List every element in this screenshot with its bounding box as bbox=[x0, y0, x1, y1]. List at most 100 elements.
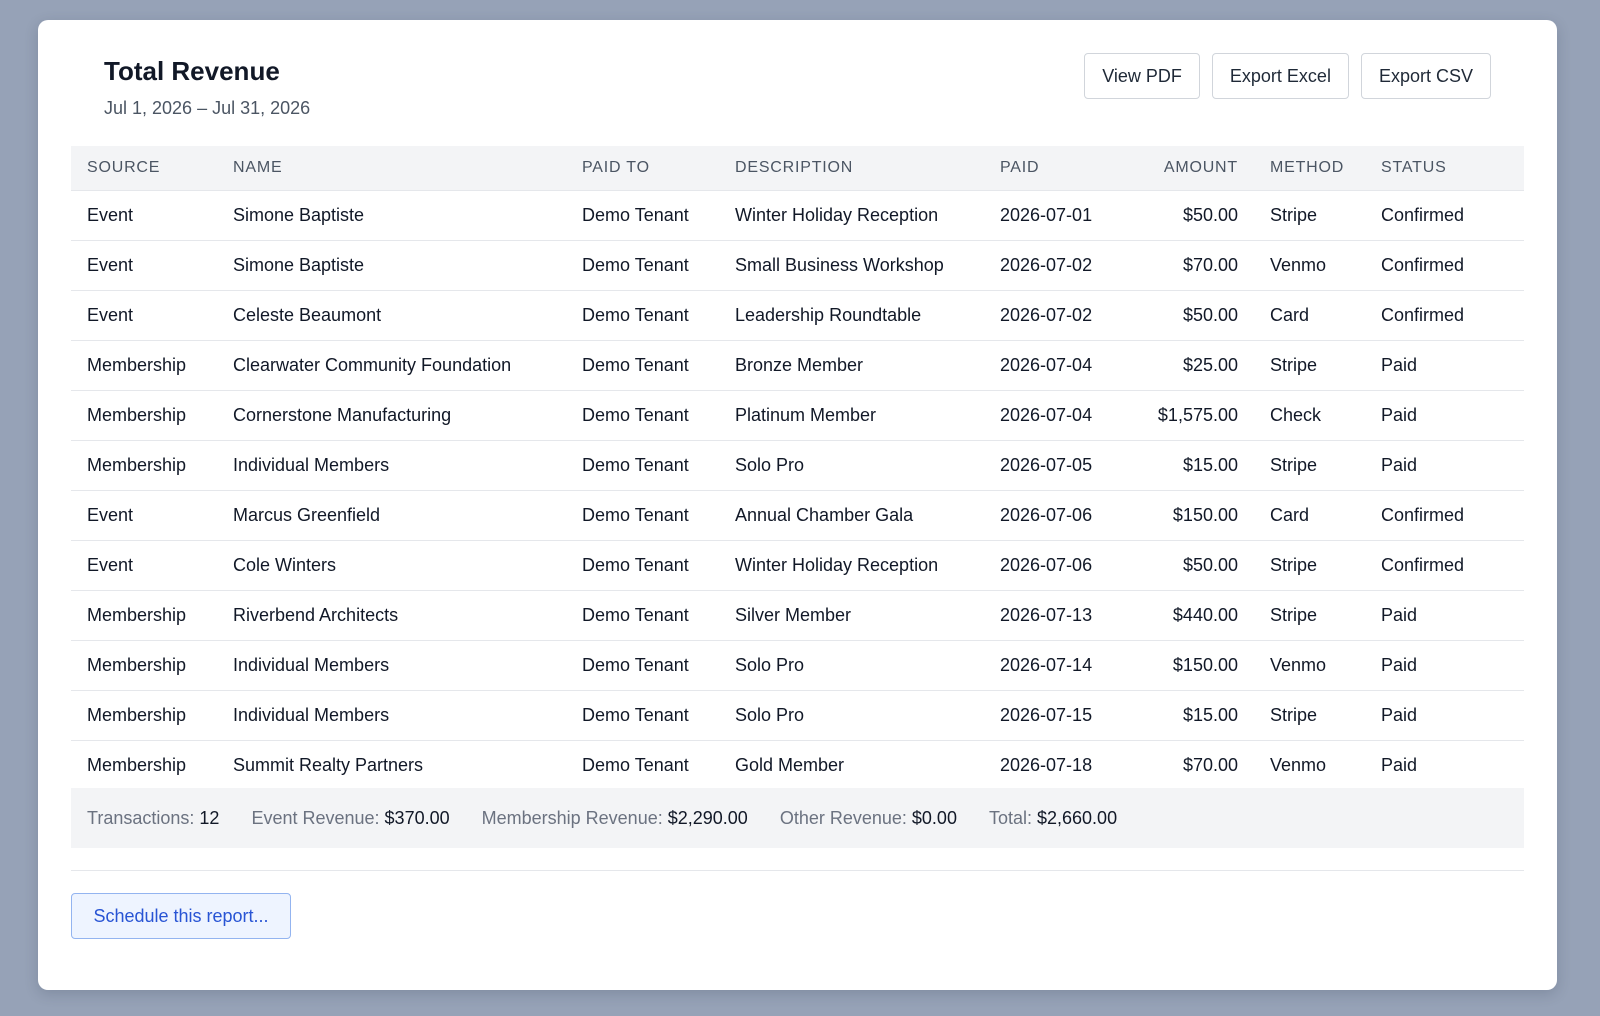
cell-status: Paid bbox=[1365, 640, 1524, 691]
cell-paid: 2026-07-06 bbox=[984, 490, 1117, 541]
cell-status: Confirmed bbox=[1365, 240, 1524, 291]
table-row: Event Cole Winters Demo Tenant Winter Holid… bbox=[71, 540, 1524, 591]
cell-source: Membership bbox=[71, 740, 217, 791]
cell-description: Winter Holiday Reception bbox=[719, 190, 984, 241]
summary-other-label: Other Revenue: bbox=[779, 807, 907, 828]
table-row: Event Simone Baptiste Demo Tenant Winter Ho… bbox=[71, 190, 1524, 241]
cell-amount: $50.00 bbox=[1117, 540, 1254, 591]
column-header-status[interactable]: STATUS bbox=[1365, 146, 1524, 191]
summary-membership-revenue: Membership Revenue: $2,290.00 bbox=[482, 808, 748, 829]
cell-paid-to: Demo Tenant bbox=[566, 540, 719, 591]
cell-amount: $70.00 bbox=[1117, 740, 1254, 791]
cell-status: Confirmed bbox=[1365, 540, 1524, 591]
summary-membership-label: Membership Revenue: bbox=[481, 807, 663, 828]
cell-method: Card bbox=[1254, 490, 1365, 541]
export-excel-button[interactable]: Export Excel bbox=[1211, 53, 1349, 99]
cell-amount: $150.00 bbox=[1117, 640, 1254, 691]
cell-paid-to: Demo Tenant bbox=[566, 740, 719, 791]
cell-method: Stripe bbox=[1254, 690, 1365, 741]
cell-source: Event bbox=[71, 540, 217, 591]
column-header-name[interactable]: NAME bbox=[217, 146, 566, 191]
table-row: Membership Individual Members Demo Tenant S… bbox=[71, 690, 1524, 741]
cell-status: Paid bbox=[1365, 690, 1524, 741]
table-row: Membership Cornerstone Manufacturing Demo … bbox=[71, 390, 1524, 441]
cell-paid: 2026-07-01 bbox=[984, 190, 1117, 241]
cell-paid: 2026-07-18 bbox=[984, 740, 1117, 791]
cell-description: Leadership Roundtable bbox=[719, 290, 984, 341]
cell-method: Stripe bbox=[1254, 190, 1365, 241]
cell-name: Cornerstone Manufacturing bbox=[217, 390, 566, 441]
cell-source: Event bbox=[71, 240, 217, 291]
cell-paid: 2026-07-05 bbox=[984, 440, 1117, 491]
cell-method: Stripe bbox=[1254, 340, 1365, 391]
summary-event-value: $370.00 bbox=[384, 807, 450, 828]
column-header-source[interactable]: SOURCE bbox=[71, 146, 217, 191]
summary-total-label: Total: bbox=[988, 807, 1032, 828]
cell-method: Stripe bbox=[1254, 440, 1365, 491]
cell-status: Confirmed bbox=[1365, 190, 1524, 241]
report-header: Total Revenue Jul 1, 2026 – Jul 31, 2026… bbox=[71, 20, 1524, 144]
table-row: Event Celeste Beaumont Demo Tenant Leadersh… bbox=[71, 290, 1524, 341]
cell-paid: 2026-07-02 bbox=[984, 240, 1117, 291]
cell-method: Check bbox=[1254, 390, 1365, 441]
summary-transactions-label: Transactions: bbox=[87, 807, 195, 828]
column-header-description[interactable]: DESCRIPTION bbox=[719, 146, 984, 191]
table-row: Membership Riverbend Architects Demo Tenan… bbox=[71, 590, 1524, 641]
revenue-table-container: SOURCE NAME PAID TO DESCRIPTION PAID AMO… bbox=[71, 146, 1524, 791]
cell-paid-to: Demo Tenant bbox=[566, 240, 719, 291]
cell-method: Stripe bbox=[1254, 540, 1365, 591]
column-header-paid-to[interactable]: PAID TO bbox=[566, 146, 719, 191]
cell-paid-to: Demo Tenant bbox=[566, 590, 719, 641]
summary-other-revenue: Other Revenue: $0.00 bbox=[780, 808, 957, 829]
table-body: Event Simone Baptiste Demo Tenant Winter Ho… bbox=[71, 190, 1524, 791]
column-header-paid[interactable]: PAID bbox=[984, 146, 1117, 191]
export-actions: View PDF Export Excel Export CSV bbox=[1084, 53, 1491, 99]
section-divider bbox=[71, 870, 1524, 871]
cell-description: Gold Member bbox=[719, 740, 984, 791]
cell-paid-to: Demo Tenant bbox=[566, 490, 719, 541]
column-header-amount[interactable]: AMOUNT bbox=[1117, 146, 1254, 191]
cell-paid-to: Demo Tenant bbox=[566, 340, 719, 391]
cell-name: Individual Members bbox=[217, 440, 566, 491]
report-card: Total Revenue Jul 1, 2026 – Jul 31, 2026… bbox=[38, 20, 1557, 990]
summary-bar: Transactions: 12 Event Revenue: $370.00 … bbox=[71, 788, 1524, 848]
summary-transactions-value: 12 bbox=[199, 807, 220, 828]
cell-source: Membership bbox=[71, 690, 217, 741]
cell-paid-to: Demo Tenant bbox=[566, 690, 719, 741]
cell-status: Paid bbox=[1365, 590, 1524, 641]
cell-name: Celeste Beaumont bbox=[217, 290, 566, 341]
cell-name: Marcus Greenfield bbox=[217, 490, 566, 541]
cell-paid: 2026-07-06 bbox=[984, 540, 1117, 591]
schedule-report-button[interactable]: Schedule this report... bbox=[71, 893, 291, 939]
table-header-row: SOURCE NAME PAID TO DESCRIPTION PAID AMO… bbox=[71, 146, 1524, 191]
cell-description: Small Business Workshop bbox=[719, 240, 984, 291]
table-row: Membership Summit Realty Partners Demo Ten… bbox=[71, 740, 1524, 791]
cell-method: Venmo bbox=[1254, 640, 1365, 691]
cell-name: Riverbend Architects bbox=[217, 590, 566, 641]
cell-status: Paid bbox=[1365, 440, 1524, 491]
cell-status: Paid bbox=[1365, 340, 1524, 391]
summary-other-value: $0.00 bbox=[911, 807, 957, 828]
cell-source: Event bbox=[71, 490, 217, 541]
cell-paid: 2026-07-04 bbox=[984, 390, 1117, 441]
cell-amount: $150.00 bbox=[1117, 490, 1254, 541]
column-header-method[interactable]: METHOD bbox=[1254, 146, 1365, 191]
cell-status: Confirmed bbox=[1365, 490, 1524, 541]
cell-method: Card bbox=[1254, 290, 1365, 341]
cell-amount: $25.00 bbox=[1117, 340, 1254, 391]
cell-paid: 2026-07-04 bbox=[984, 340, 1117, 391]
cell-paid: 2026-07-02 bbox=[984, 290, 1117, 341]
summary-event-revenue: Event Revenue: $370.00 bbox=[251, 808, 449, 829]
cell-method: Stripe bbox=[1254, 590, 1365, 641]
cell-description: Silver Member bbox=[719, 590, 984, 641]
view-pdf-button[interactable]: View PDF bbox=[1084, 53, 1200, 99]
summary-transactions: Transactions: 12 bbox=[87, 808, 219, 829]
cell-source: Event bbox=[71, 290, 217, 341]
cell-description: Annual Chamber Gala bbox=[719, 490, 984, 541]
cell-paid: 2026-07-13 bbox=[984, 590, 1117, 641]
export-csv-button[interactable]: Export CSV bbox=[1360, 53, 1491, 99]
cell-source: Membership bbox=[71, 440, 217, 491]
report-title: Total Revenue bbox=[104, 56, 280, 86]
cell-paid: 2026-07-14 bbox=[984, 640, 1117, 691]
summary-membership-value: $2,290.00 bbox=[667, 807, 748, 828]
